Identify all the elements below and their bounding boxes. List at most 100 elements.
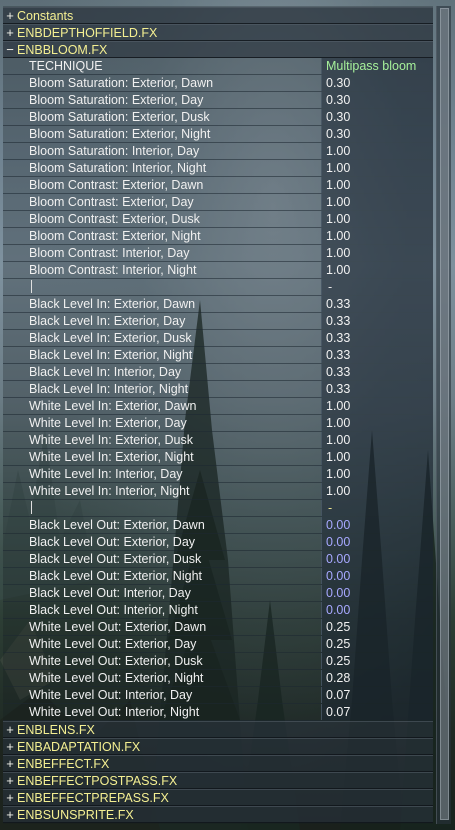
parameter-value-field[interactable]: 0.00 bbox=[321, 585, 433, 601]
parameter-value-field[interactable]: 0.00 bbox=[321, 551, 433, 567]
parameter-row[interactable]: Black Level Out: Interior, Day 0.00 bbox=[3, 585, 433, 602]
parameter-value-field[interactable]: 0.25 bbox=[321, 619, 433, 635]
parameter-value-field[interactable]: 0.33 bbox=[321, 313, 433, 329]
parameter-row[interactable]: Black Level Out: Exterior, Day 0.00 bbox=[3, 534, 433, 551]
section-header[interactable]: + ENBDEPTHOFFIELD.FX bbox=[3, 24, 433, 41]
parameter-row[interactable]: Black Level In: Interior, Day 0.33 bbox=[3, 364, 433, 381]
parameter-row[interactable]: White Level Out: Interior, Night 0.07 bbox=[3, 704, 433, 721]
parameter-row[interactable]: Bloom Saturation: Exterior, Dusk 0.30 bbox=[3, 109, 433, 126]
parameter-value-field[interactable]: 0.07 bbox=[321, 704, 433, 720]
parameter-value-field[interactable]: 1.00 bbox=[321, 483, 433, 499]
expand-icon[interactable]: + bbox=[5, 739, 15, 755]
expand-icon[interactable]: + bbox=[5, 8, 15, 24]
parameter-row[interactable]: Black Level Out: Exterior, Dawn 0.00 bbox=[3, 517, 433, 534]
parameter-value-field[interactable]: 1.00 bbox=[321, 177, 433, 193]
parameter-value-field[interactable]: 0.30 bbox=[321, 126, 433, 142]
expand-icon[interactable]: + bbox=[5, 807, 15, 823]
parameter-value-field[interactable]: 1.00 bbox=[321, 143, 433, 159]
parameter-row[interactable]: Bloom Saturation: Interior, Day 1.00 bbox=[3, 143, 433, 160]
parameter-row[interactable]: White Level In: Exterior, Day 1.00 bbox=[3, 415, 433, 432]
parameter-value-field[interactable]: 1.00 bbox=[321, 211, 433, 227]
section-header[interactable]: + ENBADAPTATION.FX bbox=[3, 738, 433, 755]
collapse-icon[interactable]: − bbox=[5, 42, 15, 58]
parameter-value-field[interactable]: 0.00 bbox=[321, 534, 433, 550]
parameter-row[interactable]: White Level Out: Exterior, Dusk 0.25 bbox=[3, 653, 433, 670]
parameter-row[interactable]: White Level In: Exterior, Night 1.00 bbox=[3, 449, 433, 466]
parameter-row[interactable]: Bloom Contrast: Exterior, Night 1.00 bbox=[3, 228, 433, 245]
parameter-row[interactable]: Black Level In: Interior, Night 0.33 bbox=[3, 381, 433, 398]
expand-icon[interactable]: + bbox=[5, 25, 15, 41]
section-header[interactable]: + ENBEFFECTPOSTPASS.FX bbox=[3, 772, 433, 789]
parameter-name: White Level Out: Exterior, Dawn bbox=[29, 620, 207, 634]
parameter-row[interactable]: Bloom Saturation: Interior, Night 1.00 bbox=[3, 160, 433, 177]
parameter-row[interactable]: White Level Out: Exterior, Day 0.25 bbox=[3, 636, 433, 653]
scrollbar-thumb[interactable] bbox=[440, 8, 449, 820]
expand-icon[interactable]: + bbox=[5, 790, 15, 806]
parameter-value-field[interactable]: 0.00 bbox=[321, 602, 433, 618]
section-header[interactable]: + ENBSUNSPRITE.FX bbox=[3, 806, 433, 823]
parameter-value-field[interactable]: 1.00 bbox=[321, 466, 433, 482]
parameter-row[interactable]: Black Level In: Exterior, Night 0.33 bbox=[3, 347, 433, 364]
parameter-value-field[interactable]: 0.33 bbox=[321, 347, 433, 363]
parameter-value-field[interactable]: 0.28 bbox=[321, 670, 433, 686]
parameter-value-field[interactable]: 0.00 bbox=[321, 517, 433, 533]
section-header[interactable]: + Constants bbox=[3, 7, 433, 24]
section-header[interactable]: + ENBLENS.FX bbox=[3, 721, 433, 738]
parameter-value-field[interactable]: 0.07 bbox=[321, 687, 433, 703]
scrollbar[interactable] bbox=[436, 6, 451, 824]
parameter-row[interactable]: Black Level Out: Exterior, Dusk 0.00 bbox=[3, 551, 433, 568]
parameter-value-field[interactable]: 1.00 bbox=[321, 160, 433, 176]
parameter-value-field[interactable]: 1.00 bbox=[321, 245, 433, 261]
section-label: ENBEFFECT.FX bbox=[17, 757, 110, 771]
parameter-row[interactable]: Black Level Out: Interior, Night 0.00 bbox=[3, 602, 433, 619]
parameter-row[interactable]: White Level In: Interior, Day 1.00 bbox=[3, 466, 433, 483]
parameter-value-field[interactable]: Multipass bloom bbox=[321, 58, 433, 74]
parameter-row[interactable]: Bloom Contrast: Interior, Night 1.00 bbox=[3, 262, 433, 279]
parameter-row[interactable]: Bloom Contrast: Exterior, Dawn 1.00 bbox=[3, 177, 433, 194]
parameter-value-field[interactable]: 1.00 bbox=[321, 432, 433, 448]
parameter-row[interactable]: Bloom Saturation: Exterior, Day 0.30 bbox=[3, 92, 433, 109]
section-header[interactable]: + ENBEFFECT.FX bbox=[3, 755, 433, 772]
parameter-value-field[interactable]: 1.00 bbox=[321, 398, 433, 414]
section-header[interactable]: + ENBEFFECTPREPASS.FX bbox=[3, 789, 433, 806]
parameter-row[interactable]: White Level Out: Interior, Day 0.07 bbox=[3, 687, 433, 704]
parameter-row[interactable]: White Level In: Exterior, Dusk 1.00 bbox=[3, 432, 433, 449]
parameter-row[interactable]: White Level In: Exterior, Dawn 1.00 bbox=[3, 398, 433, 415]
parameter-value-field[interactable]: 0.33 bbox=[321, 364, 433, 380]
parameter-row[interactable]: |- bbox=[3, 279, 433, 296]
parameter-row[interactable]: Bloom Contrast: Exterior, Dusk 1.00 bbox=[3, 211, 433, 228]
parameter-value-field[interactable]: 1.00 bbox=[321, 449, 433, 465]
parameter-value-field[interactable]: 1.00 bbox=[321, 194, 433, 210]
parameter-value-field[interactable]: 1.00 bbox=[321, 228, 433, 244]
parameter-row[interactable]: White Level Out: Exterior, Night 0.28 bbox=[3, 670, 433, 687]
expand-icon[interactable]: + bbox=[5, 773, 15, 789]
parameter-value-field[interactable]: 0.30 bbox=[321, 75, 433, 91]
parameter-value-field[interactable]: 1.00 bbox=[321, 415, 433, 431]
parameter-value-field[interactable]: 0.25 bbox=[321, 636, 433, 652]
parameter-value-field[interactable]: 0.30 bbox=[321, 92, 433, 108]
parameter-row[interactable]: |- bbox=[3, 500, 433, 517]
parameter-value-field[interactable]: 0.33 bbox=[321, 296, 433, 312]
parameter-value-field[interactable]: 0.33 bbox=[321, 330, 433, 346]
parameter-row[interactable]: Bloom Contrast: Interior, Day 1.00 bbox=[3, 245, 433, 262]
parameter-value-field[interactable]: - bbox=[321, 279, 433, 295]
parameter-row[interactable]: Bloom Saturation: Exterior, Dawn 0.30 bbox=[3, 75, 433, 92]
parameter-row[interactable]: Bloom Contrast: Exterior, Day 1.00 bbox=[3, 194, 433, 211]
parameter-row[interactable]: Black Level In: Exterior, Day 0.33 bbox=[3, 313, 433, 330]
parameter-value-field[interactable]: 0.33 bbox=[321, 381, 433, 397]
parameter-row[interactable]: Bloom Saturation: Exterior, Night 0.30 bbox=[3, 126, 433, 143]
parameter-row[interactable]: White Level In: Interior, Night 1.00 bbox=[3, 483, 433, 500]
parameter-value-field[interactable]: 0.25 bbox=[321, 653, 433, 669]
parameter-row[interactable]: White Level Out: Exterior, Dawn 0.25 bbox=[3, 619, 433, 636]
expand-icon[interactable]: + bbox=[5, 756, 15, 772]
parameter-value-field[interactable]: 0.00 bbox=[321, 568, 433, 584]
expand-icon[interactable]: + bbox=[5, 722, 15, 738]
parameter-value-field[interactable]: 1.00 bbox=[321, 262, 433, 278]
parameter-row[interactable]: Black Level Out: Exterior, Night 0.00 bbox=[3, 568, 433, 585]
parameter-value-field[interactable]: - bbox=[321, 500, 433, 516]
parameter-row[interactable]: Black Level In: Exterior, Dusk 0.33 bbox=[3, 330, 433, 347]
parameter-row[interactable]: TECHNIQUE Multipass bloom bbox=[3, 58, 433, 75]
parameter-row[interactable]: Black Level In: Exterior, Dawn 0.33 bbox=[3, 296, 433, 313]
section-header[interactable]: − ENBBLOOM.FX bbox=[3, 41, 433, 58]
parameter-value-field[interactable]: 0.30 bbox=[321, 109, 433, 125]
